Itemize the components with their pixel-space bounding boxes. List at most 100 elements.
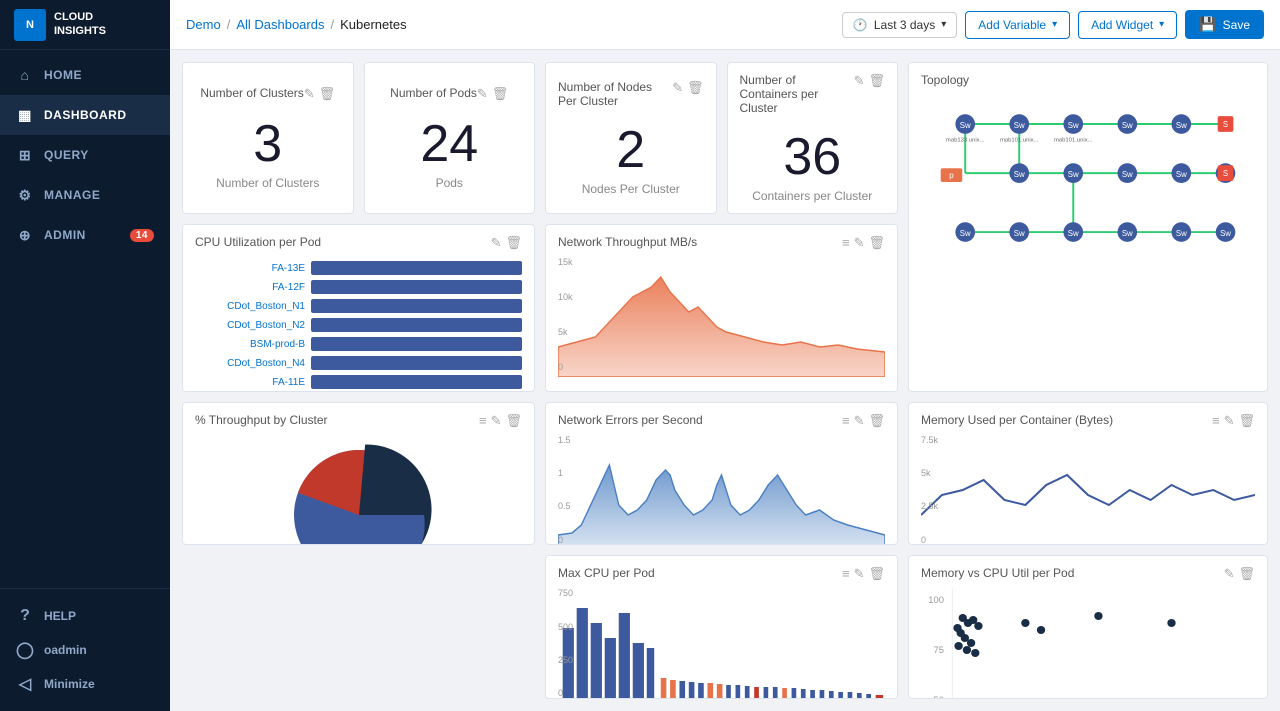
sidebar-item-manage-label: MANAGE <box>44 188 100 202</box>
add-widget-button[interactable]: Add Widget ▾ <box>1078 11 1177 39</box>
list-icon[interactable]: ≡ <box>1212 413 1220 429</box>
breadcrumb-current: Kubernetes <box>340 17 407 32</box>
svg-text:Sw: Sw <box>1014 229 1025 238</box>
add-variable-button[interactable]: Add Variable ▾ <box>965 11 1070 39</box>
edit-icon[interactable]: ✎ <box>1224 566 1235 582</box>
delete-icon[interactable]: 🗑 <box>492 86 509 102</box>
header-actions: 🕐 Last 3 days ▾ Add Variable ▾ Add Widge… <box>842 10 1264 39</box>
bar-label: CDot_Boston_N2 <box>195 320 305 331</box>
bar-label: FA-11E <box>195 377 305 388</box>
bar-row: CDot_Boston_N2 <box>195 318 522 332</box>
svg-text:Sw: Sw <box>1176 170 1187 179</box>
edit-icon[interactable]: ✎ <box>854 566 865 582</box>
time-picker[interactable]: 🕐 Last 3 days ▾ <box>842 12 957 38</box>
breadcrumb-demo[interactable]: Demo <box>186 17 221 32</box>
edit-icon[interactable]: ✎ <box>854 235 865 251</box>
svg-text:Sw: Sw <box>1014 121 1025 130</box>
sidebar-item-minimize[interactable]: ◁ Minimize <box>16 667 154 701</box>
breadcrumb-sep2: / <box>330 17 334 32</box>
delete-icon[interactable]: 🗑 <box>505 235 522 251</box>
edit-icon[interactable]: ✎ <box>477 86 488 102</box>
delete-icon[interactable]: 🗑 <box>687 80 704 96</box>
delete-icon[interactable]: 🗑 <box>868 73 885 89</box>
minimize-label: Minimize <box>44 677 95 691</box>
widget-net-throughput-actions: ≡ ✎ 🗑 <box>842 235 885 251</box>
widget-memory-cpu-header: Memory vs CPU Util per Pod ✎ 🗑 <box>921 566 1255 582</box>
svg-text:Sw: Sw <box>960 121 971 130</box>
widget-max-cpu: Max CPU per Pod ≡ ✎ 🗑 <box>545 555 898 699</box>
svg-text:Sw: Sw <box>1176 229 1187 238</box>
bar-row: BSM-prod-B <box>195 337 522 351</box>
sidebar-item-admin-label: ADMIN <box>44 228 86 242</box>
delete-icon[interactable]: 🗑 <box>1238 413 1255 429</box>
bar-background <box>311 299 522 313</box>
widget-max-cpu-title: Max CPU per Pod <box>558 566 842 580</box>
edit-icon[interactable]: ✎ <box>672 80 683 96</box>
edit-icon[interactable]: ✎ <box>491 235 502 251</box>
net-errors-chart-wrapper: 1.510.50 <box>558 435 885 546</box>
widget-nodes-title: Number of Nodes Per Cluster <box>558 80 672 108</box>
widget-memory-cpu: Memory vs CPU Util per Pod ✎ 🗑 <box>908 555 1268 699</box>
svg-text:Sw: Sw <box>960 229 971 238</box>
bar-fill <box>311 375 522 389</box>
bar-row: FA-11E <box>195 375 522 389</box>
sidebar-item-home-label: HOME <box>44 68 82 82</box>
list-icon[interactable]: ≡ <box>842 235 850 251</box>
delete-icon[interactable]: 🗑 <box>868 235 885 251</box>
widget-cpu-title: CPU Utilization per Pod <box>195 235 491 249</box>
widget-cpu-actions: ✎ 🗑 <box>491 235 522 251</box>
sidebar-item-manage[interactable]: ⚙ MANAGE <box>0 175 170 215</box>
sidebar-item-home[interactable]: ⌂ HOME <box>0 55 170 95</box>
bar-fill <box>311 337 522 351</box>
svg-text:Sw: Sw <box>1068 121 1079 130</box>
list-icon[interactable]: ≡ <box>842 566 850 582</box>
widget-memory-used-actions: ≡ ✎ 🗑 <box>1212 413 1255 429</box>
logo-text: CLOUD INSIGHTS <box>54 11 106 37</box>
sidebar-item-dashboard[interactable]: ▦ DASHBOARD <box>0 95 170 135</box>
sidebar-item-user[interactable]: ◯ oadmin <box>16 633 154 667</box>
sidebar-footer: ? HELP ◯ oadmin ◁ Minimize <box>0 588 170 711</box>
save-button[interactable]: 💾 Save <box>1185 10 1264 39</box>
delete-icon[interactable]: 🗑 <box>1238 566 1255 582</box>
widget-nodes: Number of Nodes Per Cluster ✎ 🗑 2 Nodes … <box>545 62 717 214</box>
delete-icon[interactable]: 🗑 <box>319 86 336 102</box>
svg-text:S: S <box>1223 120 1228 129</box>
bar-background <box>311 261 522 275</box>
edit-icon[interactable]: ✎ <box>854 73 865 89</box>
logo: N CLOUD INSIGHTS <box>0 0 170 50</box>
edit-icon[interactable]: ✎ <box>304 86 315 102</box>
sidebar-item-dashboard-label: DASHBOARD <box>44 108 127 122</box>
clock-icon: 🕐 <box>853 18 868 32</box>
sidebar-item-help[interactable]: ? HELP <box>16 599 154 633</box>
bar-fill <box>311 299 522 313</box>
sidebar-item-query[interactable]: ⊞ QUERY <box>0 135 170 175</box>
list-icon[interactable]: ≡ <box>479 413 487 429</box>
bar-row: CDot_Boston_N1 <box>195 299 522 313</box>
widget-memory-cpu-title: Memory vs CPU Util per Pod <box>921 566 1224 580</box>
bar-fill <box>311 280 522 294</box>
sidebar-item-admin[interactable]: ⊕ ADMIN 14 <box>0 215 170 255</box>
containers-label: Containers per Cluster <box>752 189 872 203</box>
edit-icon[interactable]: ✎ <box>1224 413 1235 429</box>
help-label: HELP <box>44 609 76 623</box>
sidebar: N CLOUD INSIGHTS ⌂ HOME ▦ DASHBOARD ⊞ QU… <box>0 0 170 711</box>
edit-icon[interactable]: ✎ <box>491 413 502 429</box>
widget-topology-title: Topology <box>921 73 1255 87</box>
delete-icon[interactable]: 🗑 <box>505 413 522 429</box>
bar-background <box>311 375 522 389</box>
svg-text:75: 75 <box>934 646 944 656</box>
delete-icon[interactable]: 🗑 <box>868 566 885 582</box>
topology-svg: Sw Sw Sw Sw Sw p Sw Sw <box>921 93 1255 268</box>
widget-net-throughput-title: Network Throughput MB/s <box>558 235 842 249</box>
breadcrumb-all-dashboards[interactable]: All Dashboards <box>236 17 324 32</box>
widget-clusters-title: Number of Clusters <box>200 86 303 100</box>
breadcrumb-sep1: / <box>227 17 231 32</box>
widget-net-throughput: Network Throughput MB/s ≡ ✎ 🗑 <box>545 224 898 392</box>
edit-icon[interactable]: ✎ <box>854 413 865 429</box>
list-icon[interactable]: ≡ <box>842 413 850 429</box>
svg-text:mab101.unix...: mab101.unix... <box>1054 138 1093 144</box>
dashboard-icon: ▦ <box>16 106 34 124</box>
widget-net-throughput-header: Network Throughput MB/s ≡ ✎ 🗑 <box>558 235 885 251</box>
delete-icon[interactable]: 🗑 <box>868 413 885 429</box>
widget-pct-throughput-title: % Throughput by Cluster <box>195 413 479 427</box>
